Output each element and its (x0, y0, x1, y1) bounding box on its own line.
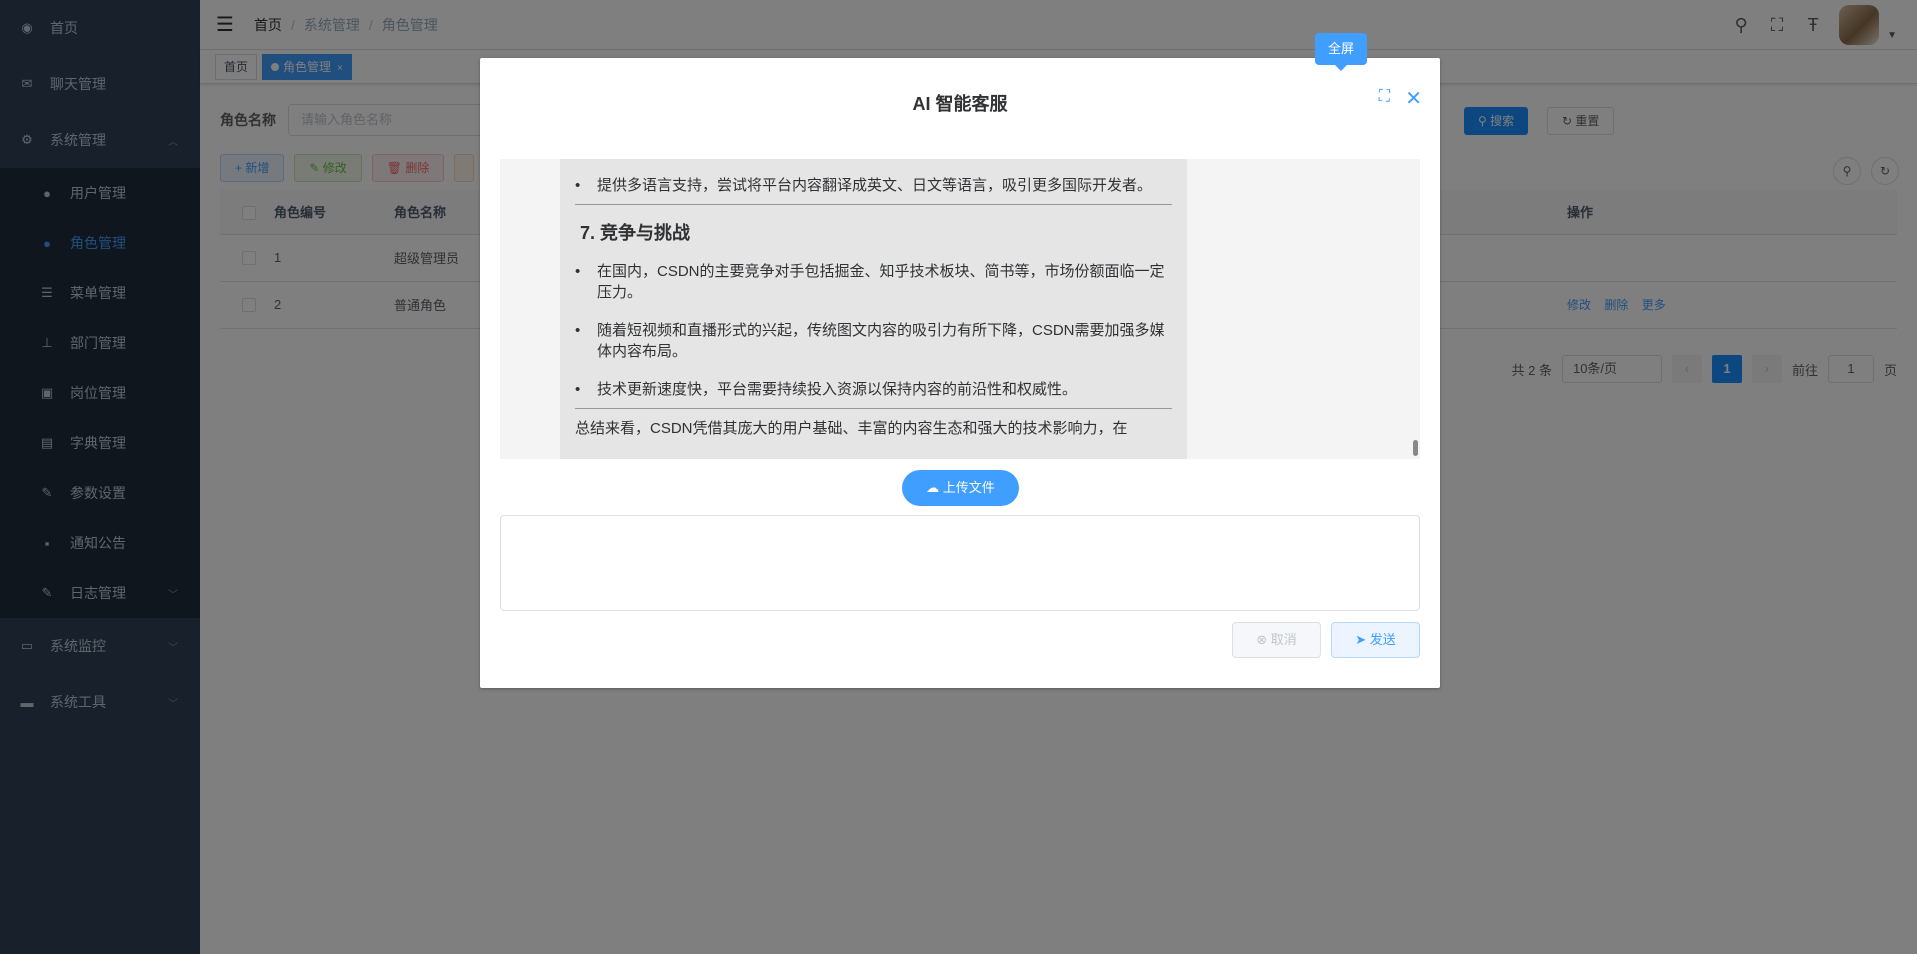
fullscreen-icon[interactable]: ⛶ (1379, 88, 1390, 106)
message-input[interactable] (500, 515, 1420, 611)
fullscreen-tooltip: 全屏 (1315, 33, 1367, 71)
upload-label: 上传文件 (942, 480, 995, 495)
list-item: 技术更新速度快，平台需要持续投入资源以保持内容的前沿性和权威性。 (575, 379, 1172, 400)
upload-file-button[interactable]: ☁ 上传文件 (902, 470, 1019, 506)
ai-chat-dialog: AI 智能客服 全屏 ⛶ ✕ 提供多语言支持，尝试将平台内容翻译成英文、日文等语… (480, 33, 1440, 688)
divider (575, 408, 1172, 409)
dialog-title: AI 智能客服 (912, 94, 1008, 114)
chat-scrollbar[interactable] (1413, 440, 1418, 456)
summary-text: 总结来看，CSDN凭借其庞大的用户基础、丰富的内容生态和强大的技术影响力，在 (575, 420, 1128, 437)
divider (575, 204, 1172, 205)
list-item: 随着短视频和直播形式的兴起，传统图文内容的吸引力有所下降，CSDN需要加强多媒体… (575, 320, 1172, 362)
send-button[interactable]: ➤ 发送 (1331, 622, 1420, 658)
cancel-label: 取消 (1270, 632, 1297, 647)
send-label: 发送 (1369, 632, 1396, 647)
cancel-button[interactable]: ⊗ 取消 (1232, 622, 1321, 658)
assistant-message: 提供多语言支持，尝试将平台内容翻译成英文、日文等语言，吸引更多国际开发者。 7.… (560, 159, 1187, 459)
list-item: 在国内，CSDN的主要竞争对手包括掘金、知乎技术板块、简书等，市场份额面临一定压… (575, 261, 1172, 303)
close-icon[interactable]: ✕ (1405, 86, 1422, 111)
chat-history[interactable]: 提供多语言支持，尝试将平台内容翻译成英文、日文等语言，吸引更多国际开发者。 7.… (500, 159, 1420, 459)
list-item: 提供多语言支持，尝试将平台内容翻译成英文、日文等语言，吸引更多国际开发者。 (575, 175, 1172, 196)
section-heading: 7. 竞争与挑战 (580, 223, 691, 243)
